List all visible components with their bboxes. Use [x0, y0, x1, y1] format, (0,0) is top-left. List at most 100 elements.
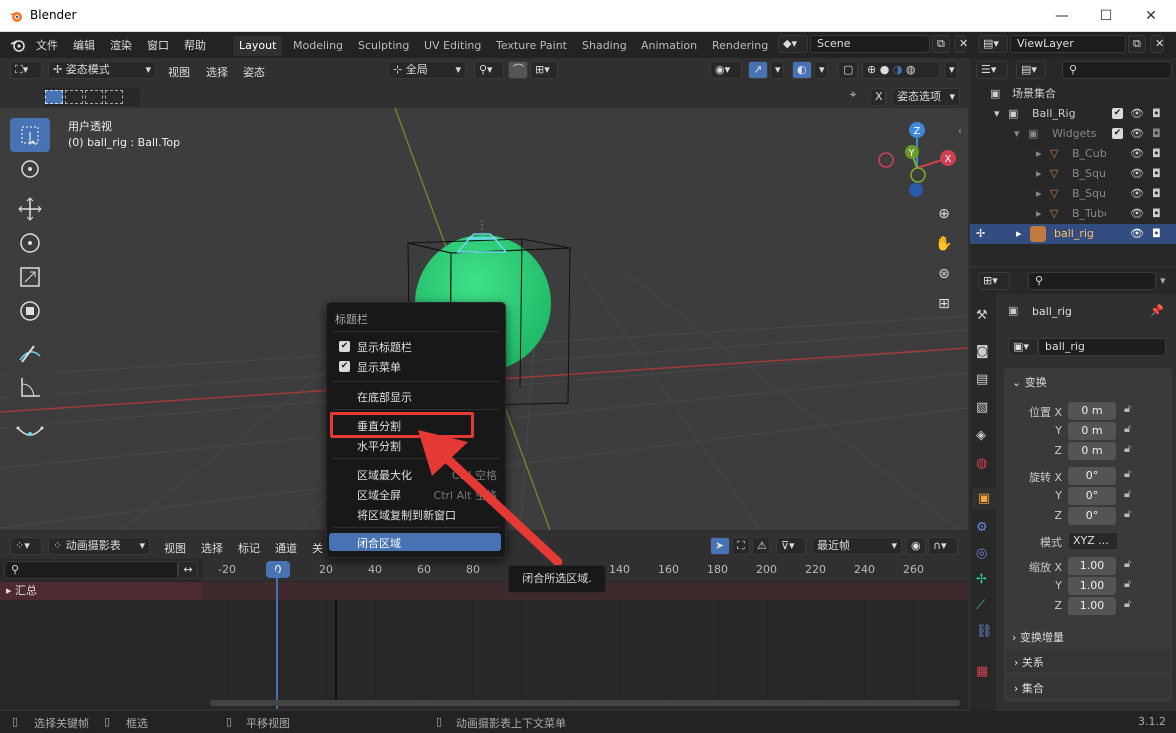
new-scene-icon[interactable]: ⧉: [932, 35, 950, 53]
breakdowner-tool[interactable]: [10, 412, 50, 446]
checkbox-icon[interactable]: ✔: [339, 361, 350, 372]
rotation-z-field[interactable]: 0°: [1068, 507, 1116, 525]
selection-mode-group[interactable]: [44, 88, 140, 106]
rotation-y-field[interactable]: 0°: [1068, 487, 1116, 505]
sidebar-toggle-icon[interactable]: ‹: [958, 126, 962, 137]
snap-mode-dropdown[interactable]: 最近帧 ▾: [812, 537, 902, 555]
channel-search-input[interactable]: ⚲: [4, 561, 178, 579]
perspective-grid-icon[interactable]: ⊞: [930, 290, 958, 318]
camera-render-icon[interactable]: ◘: [1152, 224, 1161, 244]
options-chevron-icon[interactable]: ▾: [1160, 274, 1166, 287]
menu-render[interactable]: 渲染: [110, 37, 132, 53]
mode-dropdown[interactable]: ✢ 姿态模式 ▾: [48, 61, 156, 79]
outliner-editor-type-button[interactable]: ☰▾: [976, 61, 1008, 79]
dopesheet-area[interactable]: ⚲ ↔ -20 0 20 40 60 80 140 160 180 200 22…: [0, 559, 968, 709]
pivot-point-button[interactable]: ⚲▾: [474, 61, 504, 79]
eye-icon[interactable]: 👁: [1130, 184, 1144, 204]
menu-item-show-header[interactable]: 显示标题栏: [357, 339, 412, 355]
scene-selector-button[interactable]: ◆▾: [778, 35, 808, 53]
move-tool[interactable]: [10, 192, 50, 226]
checkbox-icon[interactable]: ✔: [339, 341, 350, 352]
remove-viewlayer-icon[interactable]: ✕: [1150, 35, 1164, 53]
tab-shading[interactable]: Shading: [576, 36, 633, 56]
tab-modeling[interactable]: Modeling: [287, 36, 349, 56]
snap-target-button[interactable]: ⊞▾: [530, 61, 558, 79]
transform-tool[interactable]: [10, 294, 50, 328]
transform-section-header[interactable]: ⌄ 变换: [1012, 374, 1047, 390]
menu-pose[interactable]: 姿态: [243, 64, 265, 80]
timeline-menu-select[interactable]: 选择: [201, 540, 223, 556]
close-button[interactable]: ✕: [1141, 6, 1161, 26]
menu-item-horizontal-split[interactable]: 水平分割: [357, 438, 401, 454]
menu-item-fullscreen-area[interactable]: 区域全屏: [357, 487, 401, 503]
menu-select[interactable]: 选择: [206, 64, 228, 80]
zoom-icon[interactable]: ⊕: [930, 200, 958, 228]
filter-icon[interactable]: ⊽▾: [776, 537, 806, 555]
scale-x-field[interactable]: 1.00: [1068, 557, 1116, 575]
visibility-icon[interactable]: ◉▾: [710, 61, 742, 79]
camera-render-icon[interactable]: ◘: [1152, 204, 1161, 224]
gizmo-toggle-icon[interactable]: ↗: [748, 61, 768, 79]
timeline-editor-type-button[interactable]: ⁘▾: [10, 537, 42, 555]
select-box-tool[interactable]: [10, 118, 50, 152]
eye-icon[interactable]: 👁: [1130, 164, 1144, 184]
only-errors-icon[interactable]: ⚠: [752, 537, 770, 555]
pose-options-dropdown[interactable]: 姿态选项 ▾: [892, 88, 960, 106]
tab-uv-editing[interactable]: UV Editing: [418, 36, 487, 56]
outliner-row-selected[interactable]: ✢ ▸ ball_rig 👁 ◘: [970, 224, 1176, 244]
eye-icon[interactable]: 👁: [1130, 144, 1144, 164]
blender-menu-icon[interactable]: [10, 38, 26, 52]
lock-icon[interactable]: 🔓︎: [1124, 442, 1131, 456]
physics-tab-icon[interactable]: ◎: [976, 546, 987, 561]
tool-tab-icon[interactable]: ⚒: [976, 308, 988, 323]
playhead-line[interactable]: [276, 569, 278, 709]
falloff-icon[interactable]: ∩▾: [928, 537, 958, 555]
outliner-row[interactable]: ▸ ▽ B_Squa 👁 ◘: [970, 164, 1176, 184]
view-layer-tab-icon[interactable]: ▧: [976, 400, 988, 415]
eye-icon[interactable]: 👁: [1130, 104, 1144, 124]
location-z-field[interactable]: 0 m: [1068, 442, 1116, 460]
select-subtract-icon[interactable]: [85, 90, 103, 104]
lock-icon[interactable]: 🔓︎: [1124, 487, 1131, 501]
object-tab-icon[interactable]: ▣: [972, 488, 996, 510]
snap-toggle-icon[interactable]: ⌒: [508, 61, 528, 79]
outliner-search-input[interactable]: ⚲: [1062, 61, 1172, 79]
annotate-tool[interactable]: [10, 336, 50, 370]
scene-name-field[interactable]: Scene: [810, 35, 930, 53]
lock-icon[interactable]: 🔓︎: [1124, 577, 1131, 591]
dopesheet-mode-dropdown[interactable]: ⁘ 动画摄影表 ▾: [48, 537, 150, 555]
xray-toggle-icon[interactable]: ▢: [838, 61, 858, 79]
location-y-field[interactable]: 0 m: [1068, 422, 1116, 440]
tab-animation[interactable]: Animation: [635, 36, 703, 56]
expand-icon[interactable]: ▸: [1036, 144, 1042, 164]
display-mode-button[interactable]: ▤▾: [1016, 61, 1046, 79]
shading-dropdown-icon[interactable]: ▾: [944, 61, 958, 79]
select-new-icon[interactable]: [45, 90, 63, 104]
constraint-tab-icon[interactable]: ⛓: [976, 624, 993, 639]
navigation-gizmo[interactable]: Z X Y: [872, 118, 962, 208]
expand-icon[interactable]: ▾: [1014, 124, 1020, 144]
expand-icon[interactable]: ▸: [1036, 184, 1042, 204]
render-tab-icon[interactable]: ◙: [976, 344, 989, 359]
lock-icon[interactable]: 🔓︎: [1124, 507, 1131, 521]
outliner-row[interactable]: ▣ 场景集合: [970, 84, 1176, 104]
mirror-x-toggle[interactable]: X: [870, 88, 886, 106]
world-tab-icon[interactable]: ◍: [976, 456, 987, 471]
camera-render-icon[interactable]: ◘: [1152, 164, 1161, 184]
object-type-button[interactable]: ▣▾: [1008, 338, 1038, 356]
lock-icon[interactable]: 🔓︎: [1124, 597, 1131, 611]
texture-tab-icon[interactable]: ▦: [976, 664, 988, 679]
current-frame-indicator[interactable]: 0: [266, 561, 290, 578]
scale-tool[interactable]: [10, 260, 50, 294]
eye-icon[interactable]: 👁: [1130, 224, 1144, 244]
overlay-dropdown-icon[interactable]: ▾: [814, 61, 828, 79]
overlay-toggle-icon[interactable]: ◐: [792, 61, 812, 79]
camera-render-icon[interactable]: ◘: [1152, 124, 1161, 144]
rotate-tool[interactable]: [10, 226, 50, 260]
cursor-tool[interactable]: [10, 152, 50, 186]
expand-icon[interactable]: ▾: [994, 104, 1000, 124]
menu-file[interactable]: 文件: [36, 37, 58, 53]
timeline-menu-channel[interactable]: 通道: [275, 540, 297, 556]
eye-icon[interactable]: 👁: [1130, 204, 1144, 224]
select-extend-icon[interactable]: [65, 90, 83, 104]
